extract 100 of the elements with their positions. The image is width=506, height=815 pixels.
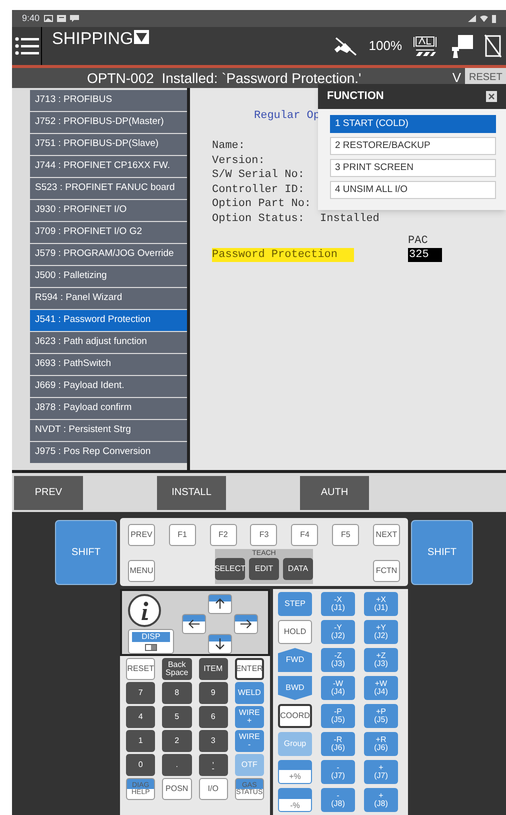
option-item[interactable]: R594 : Panel Wizard [30, 288, 187, 308]
softkey-button[interactable]: PREV [14, 476, 83, 510]
battery-icon [492, 14, 496, 22]
key-button[interactable]: F2 [210, 524, 237, 546]
option-item[interactable]: J751 : PROFIBUS-DP(Slave) [30, 134, 187, 154]
key-button[interactable]: 3 [198, 730, 228, 752]
wifi-icon [480, 15, 488, 22]
menu-item[interactable]: 1 START (COLD) [330, 115, 496, 133]
key-button[interactable]: POSN [162, 778, 192, 800]
arrow-key[interactable] [182, 614, 206, 634]
key-button[interactable]: - (J7) [321, 760, 355, 784]
key-button[interactable]: 7 [126, 682, 156, 704]
key-button[interactable]: I/O [198, 778, 228, 800]
menu-icon [14, 37, 38, 55]
option-item[interactable]: J669 : Payload Ident. [30, 376, 187, 396]
info-button[interactable] [128, 594, 161, 627]
key-button[interactable]: ITEM [198, 658, 228, 680]
close-button[interactable] [486, 91, 497, 102]
key-button[interactable]: -Z (J3) [321, 648, 355, 672]
key-button[interactable]: 6 [198, 706, 228, 728]
disp-key[interactable]: DISP [128, 629, 174, 654]
key-button[interactable]: 8 [162, 682, 192, 704]
option-item[interactable]: J693 : PathSwitch [30, 354, 187, 374]
key-button[interactable]: +Y (J2) [364, 620, 398, 644]
image-icon [44, 15, 53, 22]
key-button[interactable]: F5 [332, 524, 360, 546]
shift-key[interactable]: SHIFT [55, 520, 117, 585]
menu-item[interactable]: 4 UNSIM ALL I/O [330, 181, 496, 199]
option-item[interactable]: J541 : Password Protection [30, 310, 187, 330]
option-item[interactable]: J744 : PROFINET CP16XX FW. [30, 156, 187, 176]
field-label: Controller ID: [212, 182, 306, 197]
key-button[interactable]: +X (J1) [364, 592, 398, 616]
key-button[interactable]: 2 [162, 730, 192, 752]
menu-item[interactable]: 3 PRINT SCREEN [330, 159, 496, 177]
key-button[interactable]: +% [278, 760, 312, 784]
option-item[interactable]: J975 : Pos Rep Conversion [30, 442, 187, 462]
arrow-key[interactable] [208, 594, 232, 614]
popup-title: FUNCTION [327, 89, 384, 104]
key-button[interactable]: -R (J6) [321, 732, 355, 756]
key-button[interactable]: F4 [291, 524, 318, 546]
key-button[interactable]: -Y (J2) [321, 620, 355, 644]
arrow-key[interactable] [208, 634, 232, 654]
option-item[interactable]: J752 : PROFIBUS-DP(Master) [30, 112, 187, 132]
key-button[interactable]: +R (J6) [364, 732, 398, 756]
option-item[interactable]: J579 : PROGRAM/JOG Override [30, 244, 187, 264]
key-button[interactable]: BWD [278, 676, 312, 700]
key-button[interactable]: -P (J5) [321, 704, 355, 728]
key-button[interactable]: 9 [198, 682, 228, 704]
key-button[interactable]: DATA [283, 558, 313, 580]
softkey-button[interactable]: INSTALL [157, 476, 226, 510]
key-button[interactable]: 4 [126, 706, 156, 728]
key-button[interactable]: Back Space [162, 658, 192, 680]
pac-label: PAC [408, 235, 429, 248]
close-icon [488, 93, 495, 100]
key-button[interactable]: WELD [234, 682, 264, 704]
key-button[interactable]: STEP [278, 592, 312, 616]
key-button[interactable]: RESET [126, 658, 156, 680]
key-button[interactable]: +W (J4) [364, 676, 398, 700]
key-button[interactable]: EDIT [249, 558, 279, 580]
key-button[interactable]: +P (J5) [364, 704, 398, 728]
option-item[interactable]: J930 : PROFINET I/O [30, 200, 187, 220]
key-button[interactable]: F3 [250, 524, 278, 546]
screen-title[interactable]: SHIPPING [52, 30, 134, 47]
key-button[interactable]: F1 [168, 524, 196, 546]
key-button[interactable]: - (J8) [321, 788, 355, 812]
key-button[interactable]: HOLD [278, 620, 312, 644]
key-button[interactable]: WIRE + [234, 706, 264, 728]
key-button[interactable]: MENU [128, 560, 155, 582]
signal-icon [468, 15, 476, 22]
key-button[interactable]: FWD [278, 648, 312, 672]
menu-item[interactable]: 2 RESTORE/BACKUP [330, 137, 496, 155]
key-button[interactable]: -W (J4) [321, 676, 355, 700]
option-item[interactable]: S523 : PROFINET FANUC board [30, 178, 187, 198]
key-button[interactable]: WIRE - [234, 730, 264, 752]
key-button[interactable]: + (J8) [364, 788, 398, 812]
softkey-button[interactable]: AUTH [300, 476, 369, 510]
key-button[interactable]: PREV [128, 524, 155, 546]
key-button[interactable]: 5 [162, 706, 192, 728]
key-button[interactable]: , - [198, 754, 228, 776]
key-button[interactable]: + (J7) [364, 760, 398, 784]
key-button[interactable]: -X (J1) [321, 592, 355, 616]
expand-toggle[interactable]: V [448, 68, 465, 88]
option-item[interactable]: J709 : PROFINET I/O G2 [30, 222, 187, 242]
shift-key[interactable]: SHIFT [411, 520, 473, 585]
key-button[interactable]: 1 [126, 730, 156, 752]
key-button[interactable]: FCTN [373, 560, 400, 582]
key-button[interactable]: 0 [126, 754, 156, 776]
key-button[interactable]: +Z (J3) [364, 648, 398, 672]
option-item[interactable]: J713 : PROFIBUS [30, 90, 187, 110]
option-item[interactable]: J500 : Palletizing [30, 266, 187, 286]
arrow-key[interactable] [234, 614, 258, 634]
screen-off-icon [484, 34, 502, 58]
key-button[interactable]: COORD [278, 704, 312, 728]
option-item[interactable]: NVDT : Persistent Strg [30, 420, 187, 440]
option-item[interactable]: J623 : Path adjust function [30, 332, 187, 352]
option-item[interactable]: J878 : Payload confirm [30, 398, 187, 418]
tool-off-icon [332, 35, 359, 57]
key-button[interactable]: . [162, 754, 192, 776]
key-button[interactable]: -% [278, 788, 312, 812]
key-button[interactable]: NEXT [372, 524, 400, 546]
